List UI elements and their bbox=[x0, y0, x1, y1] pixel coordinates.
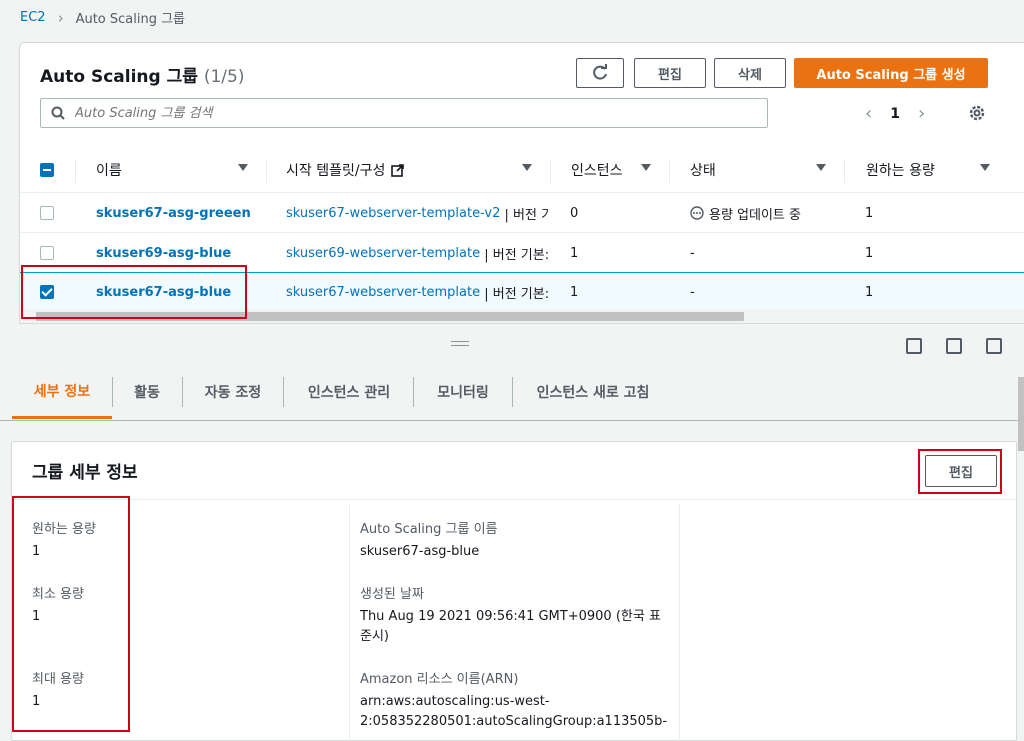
search-box[interactable] bbox=[40, 98, 768, 128]
template-link[interactable]: skuser67-webserver-template-v2 bbox=[286, 206, 500, 221]
tab-details[interactable]: 세부 정보 bbox=[12, 365, 112, 419]
instances-count: 0 bbox=[570, 205, 579, 221]
gear-icon[interactable] bbox=[967, 103, 987, 123]
search-icon bbox=[51, 106, 65, 120]
table-row[interactable]: skuser67-asg-greeen skuser67-webserver-t… bbox=[20, 193, 1024, 233]
row-select-cell[interactable] bbox=[40, 193, 54, 233]
column-header-status-label: 상태 bbox=[690, 163, 716, 179]
column-header-template-label: 시작 템플릿/구성 bbox=[286, 163, 386, 179]
delete-button[interactable]: 삭제 bbox=[714, 58, 786, 88]
column-header-instances[interactable]: 인스턴스 bbox=[571, 147, 651, 193]
group-details-card: 그룹 세부 정보 편집 원하는 용량 1 최소 용량 1 최대 용량 1 Aut… bbox=[11, 441, 1018, 741]
refresh-icon bbox=[593, 64, 607, 80]
highlight-box-selected-row bbox=[21, 265, 247, 319]
create-asg-button[interactable]: Auto Scaling 그룹 생성 bbox=[794, 58, 988, 88]
row-checkbox[interactable] bbox=[40, 246, 54, 260]
template-link[interactable]: skuser67-webserver-template bbox=[286, 285, 480, 300]
sort-down-icon bbox=[980, 164, 990, 171]
created-date-value-line1: Thu Aug 19 2021 09:56:41 GMT+0900 (한국 표 bbox=[360, 609, 661, 624]
card-header: 그룹 세부 정보 편집 bbox=[12, 442, 1018, 500]
desired-value: 1 bbox=[865, 284, 874, 300]
column-header-name[interactable]: 이름 bbox=[96, 147, 248, 193]
instances-count: 1 bbox=[570, 245, 579, 261]
vertical-scrollbar-thumb[interactable] bbox=[1018, 377, 1024, 451]
column-divider bbox=[844, 159, 845, 183]
refresh-button[interactable] bbox=[576, 58, 624, 88]
highlight-box-edit bbox=[918, 449, 1002, 494]
breadcrumb: EC2 › Auto Scaling 그룹 bbox=[20, 8, 186, 28]
column-header-desired-label: 원하는 용량 bbox=[866, 163, 935, 179]
tab-instance-refresh[interactable]: 인스턴스 새로 고침 bbox=[513, 365, 673, 419]
external-link-icon bbox=[391, 163, 405, 177]
tab-activity[interactable]: 활동 bbox=[113, 365, 181, 419]
chevron-right-icon: › bbox=[57, 8, 64, 27]
column-header-name-label: 이름 bbox=[96, 163, 122, 179]
pagination: ‹ 1 › bbox=[865, 103, 925, 124]
column-divider bbox=[679, 505, 680, 741]
select-all-cell[interactable] bbox=[40, 147, 56, 193]
chevron-right-icon[interactable]: › bbox=[918, 103, 925, 124]
search-input[interactable] bbox=[73, 104, 733, 122]
chevron-left-icon[interactable]: ‹ bbox=[865, 103, 872, 124]
view-bottom-panel-icon[interactable] bbox=[906, 338, 922, 354]
template-link[interactable]: skuser69-webserver-template bbox=[286, 246, 480, 261]
arn-label: Amazon 리소스 이름(ARN) bbox=[360, 672, 519, 687]
status-text: - bbox=[690, 245, 695, 261]
asg-name-label: Auto Scaling 그룹 이름 bbox=[360, 522, 498, 537]
table-header: 이름 시작 템플릿/구성 인스턴스 상태 원하는 용량 bbox=[20, 147, 1024, 193]
arn-value-line1: arn:aws:autoscaling:us-west- bbox=[360, 694, 550, 709]
created-date-label: 생성된 날짜 bbox=[360, 587, 424, 602]
column-header-template[interactable]: 시작 템플릿/구성 bbox=[286, 147, 532, 193]
column-divider bbox=[550, 159, 551, 183]
split-panel-drag-handle[interactable] bbox=[451, 341, 469, 346]
page-number[interactable]: 1 bbox=[890, 106, 900, 122]
page-title: Auto Scaling 그룹 (1/5) bbox=[40, 62, 244, 87]
card-title: 그룹 세부 정보 bbox=[32, 463, 138, 483]
highlight-box-capacity bbox=[12, 496, 130, 732]
select-all-checkbox[interactable] bbox=[40, 163, 54, 177]
edit-button[interactable]: 편집 bbox=[634, 58, 706, 88]
column-header-desired[interactable]: 원하는 용량 bbox=[866, 147, 990, 193]
column-divider bbox=[349, 505, 350, 741]
status-text: 용량 업데이트 중 bbox=[709, 207, 801, 223]
detail-tabs: 세부 정보 활동 자동 조정 인스턴스 관리 모니터링 인스턴스 새로 고침 bbox=[0, 365, 1020, 421]
template-version: | 버전 기본: bbox=[484, 286, 550, 302]
sort-down-icon bbox=[816, 164, 826, 171]
template-version: | 버전 기본: bbox=[484, 247, 550, 263]
column-divider bbox=[75, 159, 76, 183]
column-divider bbox=[266, 159, 267, 183]
column-divider bbox=[669, 159, 670, 183]
column-header-instances-label: 인스턴스 bbox=[571, 163, 623, 179]
created-date-value-line2: 준시) bbox=[360, 629, 389, 644]
asg-name-link[interactable]: skuser67-asg-greeen bbox=[96, 206, 251, 221]
arn-value-line2: 2:058352280501:autoScalingGroup:a113505b… bbox=[360, 714, 668, 729]
view-side-panel-icon[interactable] bbox=[946, 338, 962, 354]
selection-count: (1/5) bbox=[203, 67, 245, 87]
in-progress-icon bbox=[690, 206, 704, 220]
view-fullscreen-icon[interactable] bbox=[986, 338, 1002, 354]
desired-value: 1 bbox=[865, 245, 874, 261]
sort-down-icon bbox=[522, 164, 532, 171]
instances-count: 1 bbox=[570, 284, 579, 300]
tab-monitoring[interactable]: 모니터링 bbox=[414, 365, 512, 419]
sort-down-icon bbox=[641, 164, 651, 171]
sort-down-icon bbox=[238, 164, 248, 171]
row-checkbox[interactable] bbox=[40, 206, 54, 220]
tab-instance-management[interactable]: 인스턴스 관리 bbox=[284, 365, 414, 419]
template-version: | 버전 기 bbox=[504, 207, 550, 223]
column-header-status[interactable]: 상태 bbox=[690, 147, 826, 193]
breadcrumb-current: Auto Scaling 그룹 bbox=[75, 12, 186, 27]
desired-value: 1 bbox=[865, 205, 874, 221]
asg-name-link[interactable]: skuser69-asg-blue bbox=[96, 246, 231, 261]
asg-name-value: skuser67-asg-blue bbox=[360, 544, 480, 559]
status-text: - bbox=[690, 284, 695, 300]
panel-title-text: Auto Scaling 그룹 bbox=[40, 67, 198, 87]
breadcrumb-ec2-link[interactable]: EC2 bbox=[20, 10, 46, 25]
tab-auto-scaling[interactable]: 자동 조정 bbox=[183, 365, 283, 419]
